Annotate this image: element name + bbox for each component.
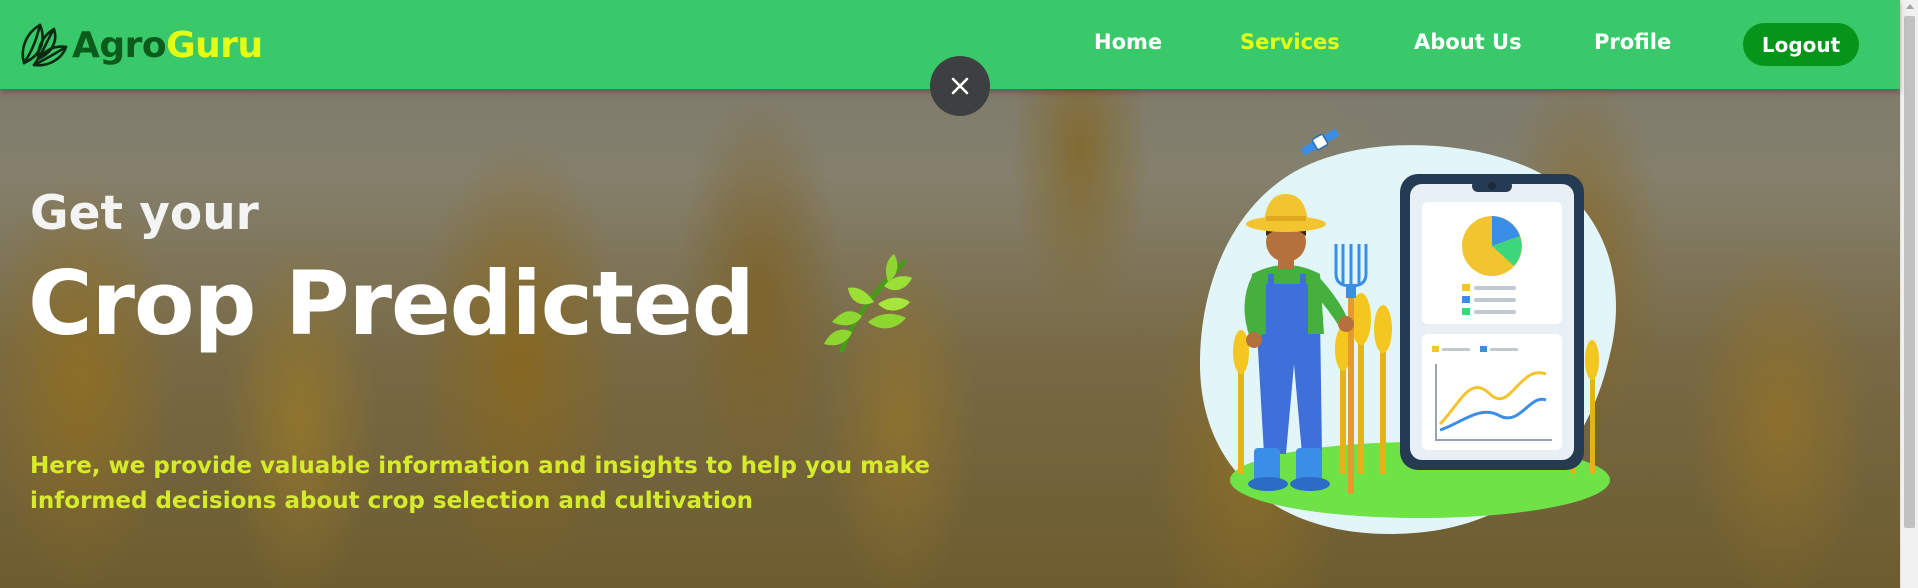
farmer-analytics-illustration <box>1200 128 1616 534</box>
nav-item-home[interactable]: Home <box>1094 30 1162 54</box>
sprout-icon <box>824 254 912 353</box>
hero-description: Here, we provide valuable information an… <box>30 453 930 514</box>
phone <box>1400 174 1584 470</box>
nav-item-about-us[interactable]: About Us <box>1414 30 1522 54</box>
close-icon <box>951 77 969 95</box>
satellite <box>1300 128 1340 156</box>
nav-item-services[interactable]: Services <box>1240 30 1340 54</box>
scrollbar-thumb[interactable] <box>1904 16 1915 528</box>
close-button[interactable] <box>930 56 990 116</box>
nav-item-profile[interactable]: Profile <box>1594 30 1671 54</box>
scroll-up-arrow-icon[interactable] <box>1906 4 1914 9</box>
logout-button[interactable]: Logout <box>1743 23 1859 66</box>
page-scrollbar[interactable] <box>1900 0 1918 588</box>
page: AgroGuru Home Services About Us Profile … <box>0 0 1918 588</box>
hero-subtitle: Get your <box>30 186 259 241</box>
hero-title: Crop Predicted <box>28 252 755 355</box>
